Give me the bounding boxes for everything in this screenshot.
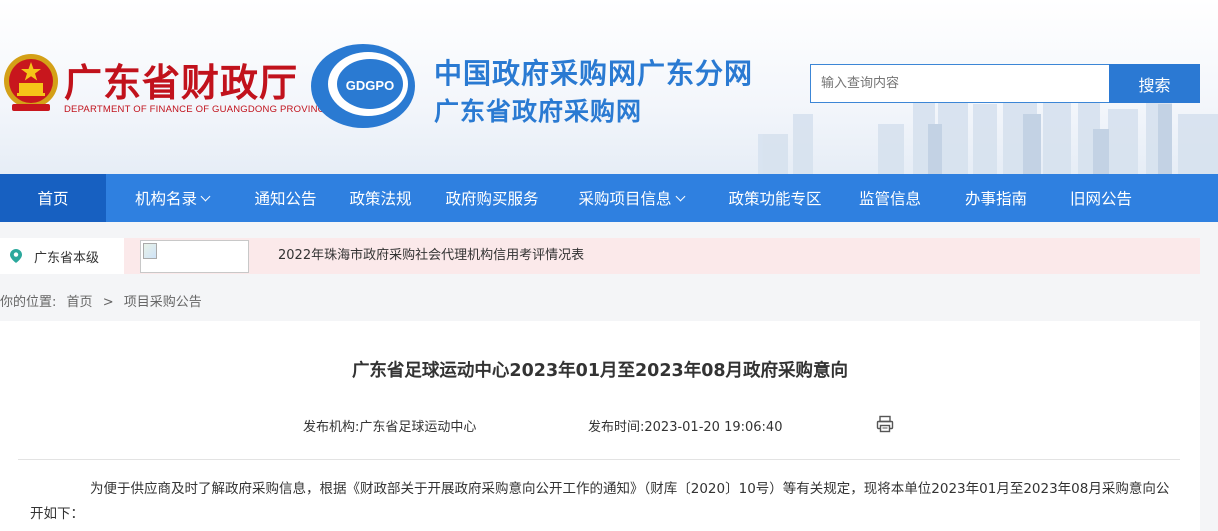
main-nav: 首页 机构名录 通知公告 政策法规 政府购买服务 采购项目信息 政策功能专区 监… xyxy=(0,174,1218,222)
article-title: 广东省足球运动中心2023年01月至2023年08月政府采购意向 xyxy=(351,361,849,381)
nav-label: 通知公告 xyxy=(254,190,317,208)
breadcrumb-home[interactable]: 首页 xyxy=(67,295,93,310)
site-subtitle: 广东省政府采购网 xyxy=(434,97,643,126)
region-label: 广东省本级 xyxy=(34,250,100,266)
nav-label: 政府购买服务 xyxy=(445,190,539,208)
printer-icon[interactable] xyxy=(876,415,894,433)
publisher-meta: 发布机构:广东省足球运动中心 xyxy=(303,416,476,435)
nav-item-supervision[interactable]: 监管信息 xyxy=(844,174,936,222)
nav-item-policy-zone[interactable]: 政策功能专区 xyxy=(706,174,844,222)
nav-label: 监管信息 xyxy=(858,190,921,208)
breadcrumb-prefix: 你的位置: xyxy=(0,295,57,310)
nav-label: 政策法规 xyxy=(349,190,412,208)
breadcrumb-current[interactable]: 项目采购公告 xyxy=(124,295,202,310)
dept-name: 广东省财政厅 xyxy=(64,60,299,105)
site-title: 中国政府采购网广东分网 xyxy=(434,57,754,90)
publish-time-label: 发布时间: xyxy=(588,420,645,435)
info-bar: 广东省本级 2022年珠海市政府采购社会代理机构信用考评情况表 xyxy=(0,238,1200,274)
national-emblem-icon xyxy=(4,54,58,111)
chevron-down-icon xyxy=(200,191,211,201)
nav-label: 政策功能专区 xyxy=(728,190,822,208)
publish-time-value: 2023-01-20 19:06:40 xyxy=(644,420,783,435)
nav-item-guide[interactable]: 办事指南 xyxy=(936,174,1056,222)
breadcrumb-separator: > xyxy=(102,295,114,310)
nav-item-procurement-projects[interactable]: 采购项目信息 xyxy=(556,174,706,222)
nav-item-old-notices[interactable]: 旧网公告 xyxy=(1056,174,1146,222)
region-selector[interactable]: 广东省本级 xyxy=(0,238,124,274)
article-panel: 广东省足球运动中心2023年01月至2023年08月政府采购意向 发布机构:广东… xyxy=(0,321,1200,531)
gdgpo-logo-icon: GDGPO xyxy=(311,44,415,128)
publisher-label: 发布机构: xyxy=(303,420,360,435)
nav-item-notices[interactable]: 通知公告 xyxy=(238,174,333,222)
nav-item-gov-services[interactable]: 政府购买服务 xyxy=(428,174,556,222)
nav-label: 机构名录 xyxy=(134,190,197,208)
breadcrumb: 你的位置: 首页 > 项目采购公告 xyxy=(0,291,208,310)
broken-image xyxy=(140,240,249,273)
news-ticker-link[interactable]: 2022年珠海市政府采购社会代理机构信用考评情况表 xyxy=(278,238,584,274)
nav-label: 办事指南 xyxy=(964,190,1027,208)
nav-label: 首页 xyxy=(37,190,69,208)
chevron-down-icon xyxy=(675,191,685,201)
search-input[interactable] xyxy=(810,64,1110,103)
site-header: 广东省财政厅 DEPARTMENT OF FINANCE OF GUANGDON… xyxy=(0,0,1218,174)
location-pin-icon xyxy=(10,249,22,263)
nav-label: 采购项目信息 xyxy=(578,190,672,208)
nav-label: 旧网公告 xyxy=(1069,190,1132,208)
nav-item-directory[interactable]: 机构名录 xyxy=(106,174,238,222)
divider xyxy=(18,459,1180,460)
article-body: 为便于供应商及时了解政府采购信息，根据《财政部关于开展政府采购意向公开工作的通知… xyxy=(30,481,1170,522)
logo-text: GDGPO xyxy=(346,78,394,93)
nav-item-policies[interactable]: 政策法规 xyxy=(333,174,428,222)
publish-time-meta: 发布时间:2023-01-20 19:06:40 xyxy=(588,416,782,435)
dept-name-en: DEPARTMENT OF FINANCE OF GUANGDONG PROVI… xyxy=(64,104,332,115)
search-button[interactable]: 搜索 xyxy=(1109,64,1200,103)
broken-image-icon xyxy=(143,243,157,259)
nav-item-home[interactable]: 首页 xyxy=(0,174,106,222)
publisher-value: 广东省足球运动中心 xyxy=(359,420,477,435)
